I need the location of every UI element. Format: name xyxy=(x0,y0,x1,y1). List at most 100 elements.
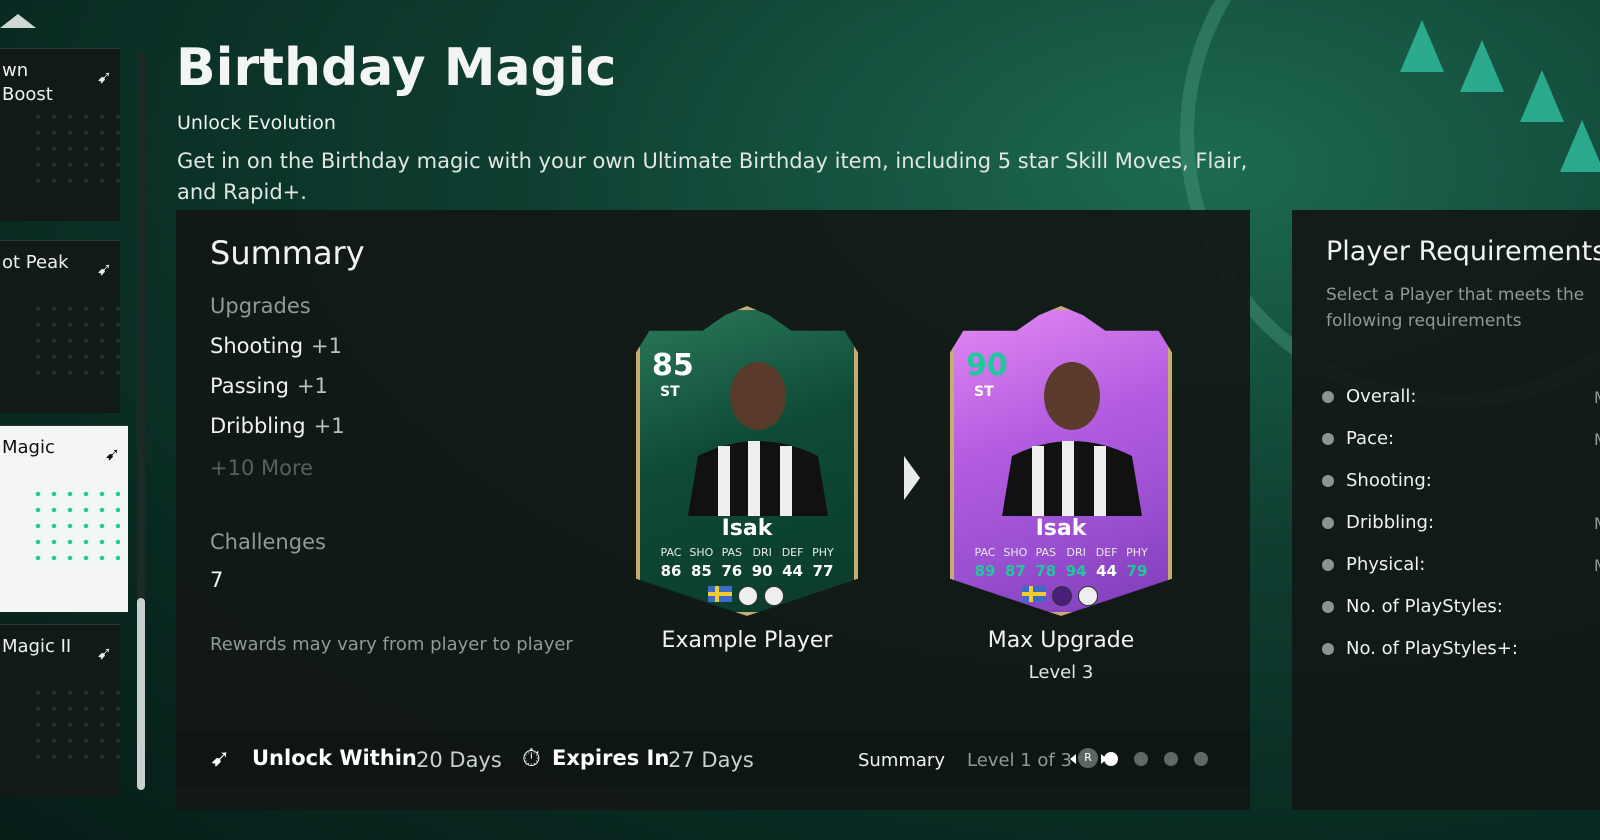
scroll-up-icon[interactable] xyxy=(0,14,36,28)
stopwatch-icon: ⏱ xyxy=(522,744,541,772)
stat-label: PAS xyxy=(721,546,742,559)
stat-label: PAC xyxy=(660,546,682,559)
requirements-panel: Player Requirements Select a Player that… xyxy=(1292,210,1600,810)
sidebar-item-label: Magic II xyxy=(2,636,72,657)
dots-pattern xyxy=(30,486,120,566)
level-indicator: Level 1 of 3 xyxy=(967,750,1072,771)
card-rating: 85 xyxy=(652,348,694,383)
requirement-value: M xyxy=(1594,556,1600,575)
sidebar-item-magic-ii[interactable]: Magic II ➹ xyxy=(0,624,120,797)
player-image xyxy=(1002,362,1142,516)
stat-label: PHY xyxy=(1126,546,1148,559)
sidebar-item-label: wn Boost xyxy=(2,60,53,105)
card-stat-values: 86 85 76 90 44 77 xyxy=(656,562,838,580)
stat-label: SHO xyxy=(689,546,714,559)
requirement-physical: Physical: xyxy=(1322,554,1425,575)
upgrade-item: Dribbling +1 xyxy=(210,414,345,438)
r-button-icon[interactable]: R xyxy=(1078,748,1098,768)
stat-value: 90 xyxy=(751,562,773,580)
stat-value: 89 xyxy=(974,562,996,580)
stat-label: PAC xyxy=(974,546,996,559)
bg-triangle xyxy=(1520,70,1564,122)
stat-value: 44 xyxy=(1096,562,1117,580)
requirement-value: M xyxy=(1594,514,1600,533)
card-stat-labels: PAC SHO PAS DRI DEF PHY xyxy=(656,546,838,559)
stat-value: 76 xyxy=(721,562,743,580)
league-badge-icon xyxy=(1052,586,1072,606)
bg-triangle xyxy=(1460,40,1504,92)
bg-triangle xyxy=(1400,20,1444,72)
card-player-name: Isak xyxy=(1035,516,1087,541)
dots-pattern xyxy=(30,301,120,381)
requirements-heading: Player Requirements xyxy=(1326,236,1600,267)
pager-dot-1[interactable] xyxy=(1104,752,1118,766)
upgrade-arrow-icon xyxy=(904,456,920,500)
stat-value: 78 xyxy=(1035,562,1057,580)
example-player-card[interactable]: 85 ST Isak PAC SHO PAS DRI DEF PHY 86 85 76 90 44… xyxy=(636,306,858,616)
unlock-within-value: 20 Days xyxy=(416,748,502,772)
requirement-shooting: Shooting: xyxy=(1322,470,1432,491)
evolution-icon: ➹ xyxy=(104,444,120,465)
nation-flag-icon xyxy=(1022,586,1046,602)
requirement-value: M xyxy=(1594,388,1600,407)
stat-label: PHY xyxy=(812,546,834,559)
upgrade-name: Shooting xyxy=(210,334,304,358)
stat-label: DEF xyxy=(1095,546,1118,559)
card-player-name: Isak xyxy=(721,516,773,541)
sidebar-item-label: Magic xyxy=(2,437,55,458)
stat-label: PAS xyxy=(1035,546,1056,559)
requirement-overall: Overall: xyxy=(1322,386,1416,407)
upgrade-item: Shooting +1 xyxy=(210,334,342,358)
expires-in-label: Expires In xyxy=(552,746,670,770)
card-badges xyxy=(708,586,784,606)
card-position: ST xyxy=(660,384,680,400)
sidebar-item-boost[interactable]: wn Boost ➹ xyxy=(0,48,120,221)
more-upgrades-link[interactable]: +10 More xyxy=(210,456,313,480)
club-badge-icon xyxy=(1078,586,1098,606)
card-rating: 90 xyxy=(966,348,1008,383)
sidebar-item-peak[interactable]: ot Peak ➹ xyxy=(0,240,120,413)
league-badge-icon xyxy=(738,586,758,606)
max-upgrade-card[interactable]: 90 ST Isak PAC SHO PAS DRI DEF PHY 89 87 78 94 44… xyxy=(950,306,1172,616)
card-position: ST xyxy=(974,384,994,400)
requirements-description: Select a Player that meets the following… xyxy=(1326,285,1585,331)
sidebar-scrollbar[interactable] xyxy=(137,50,145,790)
stat-value: 86 xyxy=(660,562,682,580)
upgrade-name: Dribbling xyxy=(210,414,306,438)
stat-value: 87 xyxy=(1004,562,1026,580)
evolution-icon: ➹ xyxy=(96,259,112,280)
player-image xyxy=(688,362,828,516)
page-description: Get in on the Birthday magic with your o… xyxy=(177,149,1248,204)
upgrade-item: Passing +1 xyxy=(210,374,328,398)
sidebar-item-magic[interactable]: Magic ➹ xyxy=(0,425,128,612)
bg-triangle xyxy=(1560,120,1600,172)
page-title: Birthday Magic xyxy=(176,38,617,98)
pager-dot-4[interactable] xyxy=(1194,752,1208,766)
card-stat-labels: PAC SHO PAS DRI DEF PHY xyxy=(970,546,1152,559)
summary-panel: Summary Upgrades Shooting +1 Passing +1 Dr… xyxy=(176,210,1250,810)
scrollbar-thumb[interactable] xyxy=(137,598,145,790)
stat-label: DRI xyxy=(1066,546,1086,559)
challenges-label: Challenges xyxy=(210,530,326,554)
pager-dot-2[interactable] xyxy=(1134,752,1148,766)
nation-flag-icon xyxy=(708,586,732,602)
evolution-icon: ➹ xyxy=(96,643,112,664)
upgrade-value: +1 xyxy=(313,414,345,438)
evolution-icon: ➹ xyxy=(210,744,231,772)
max-upgrade-level: Level 3 xyxy=(1028,662,1094,683)
stat-label: SHO xyxy=(1003,546,1028,559)
chevron-left-icon[interactable] xyxy=(1070,754,1076,764)
stat-value: 44 xyxy=(782,562,803,580)
requirement-value: M xyxy=(1594,430,1600,449)
rewards-note: Rewards may vary from player to player xyxy=(210,634,573,655)
panel-footer: ➹ Unlock Within 20 Days ⏱ Expires In 27 … xyxy=(176,730,1250,786)
unlock-within-label: Unlock Within xyxy=(252,746,417,770)
requirement-playstyles: No. of PlayStyles: xyxy=(1322,596,1503,617)
tab-summary[interactable]: Summary xyxy=(858,750,945,771)
pager-dot-3[interactable] xyxy=(1164,752,1178,766)
example-player-caption: Example Player xyxy=(661,628,833,653)
sidebar-item-label: ot Peak xyxy=(2,252,69,273)
dots-pattern xyxy=(30,109,120,189)
page-subtitle: Unlock Evolution xyxy=(177,112,336,134)
stat-value: 77 xyxy=(812,562,834,580)
